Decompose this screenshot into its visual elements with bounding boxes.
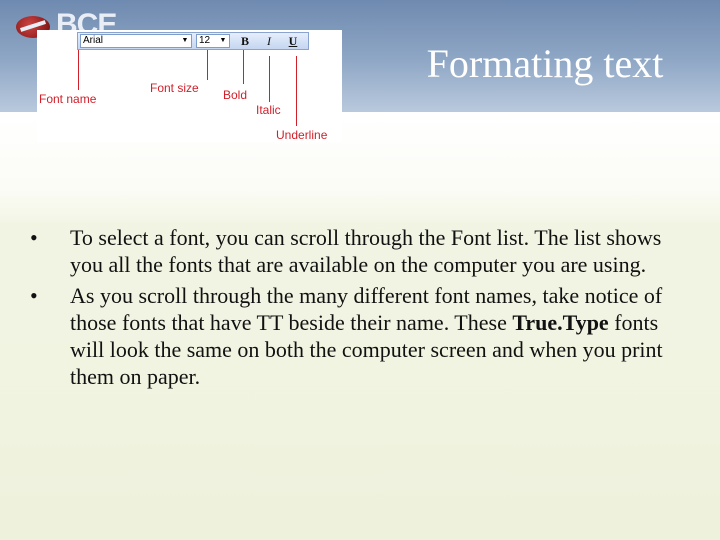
underline-callout: Underline — [276, 128, 328, 142]
slide-body: • To select a font, you can scroll throu… — [30, 224, 680, 394]
italic-leader — [269, 56, 270, 102]
bold-leader — [243, 50, 244, 84]
bullet-dot: • — [30, 225, 38, 250]
toolbar-figure: Arial ▼ 12 ▼ B I U Font name Font size B… — [37, 30, 342, 142]
chevron-down-icon: ▼ — [181, 37, 189, 44]
slide-title: Formating text — [426, 41, 664, 86]
formatting-toolbar: Arial ▼ 12 ▼ B I U — [77, 32, 309, 50]
underline-button[interactable]: U — [284, 34, 302, 48]
bullet-dot: • — [30, 283, 38, 308]
font-name-value: Arial — [83, 35, 104, 46]
truetype-term: True.Type — [512, 310, 609, 335]
bullet-text: To select a font, you can scroll through… — [70, 225, 662, 277]
font-size-leader — [207, 50, 208, 80]
bold-callout: Bold — [223, 88, 248, 102]
font-size-value: 12 — [199, 35, 211, 46]
font-size-dropdown[interactable]: 12 ▼ — [196, 34, 230, 48]
bullet-item: • To select a font, you can scroll throu… — [30, 224, 680, 278]
slide: BCE Arial ▼ 12 ▼ B I U Font name Font si… — [0, 0, 720, 540]
bold-button[interactable]: B — [236, 34, 254, 48]
italic-callout: Italic — [256, 103, 281, 117]
italic-button[interactable]: I — [260, 34, 278, 48]
underline-leader — [296, 56, 297, 126]
font-size-callout: Font size — [150, 81, 199, 95]
bullet-item: • As you scroll through the many differe… — [30, 282, 680, 390]
font-name-callout: Font name — [39, 92, 97, 106]
chevron-down-icon: ▼ — [219, 37, 227, 44]
font-name-leader — [78, 50, 79, 90]
font-name-dropdown[interactable]: Arial ▼ — [80, 34, 192, 48]
